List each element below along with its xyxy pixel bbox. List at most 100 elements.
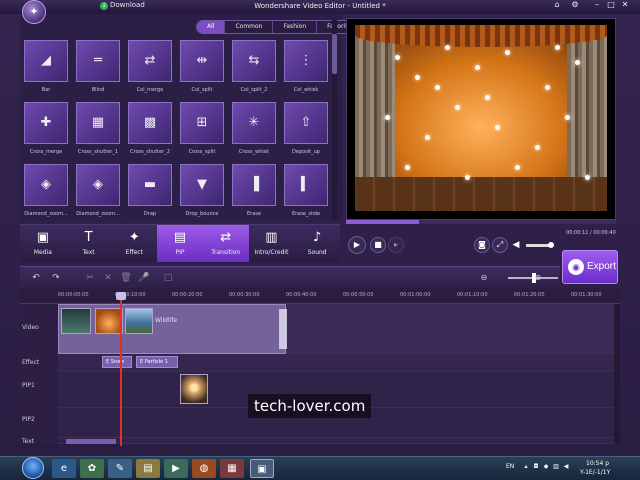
zoom-out-icon[interactable]: ⊖ xyxy=(478,272,490,284)
transition-label: Col_merge xyxy=(136,87,164,93)
voiceover-mic-icon[interactable]: 🎤 xyxy=(138,272,150,284)
tray-icon[interactable]: ◆ xyxy=(542,463,550,471)
play-button[interactable]: ▶ xyxy=(348,236,366,254)
text-track[interactable] xyxy=(58,438,618,444)
title-bar: ↓ Download Wondershare Video Editor - Unt… xyxy=(0,0,640,14)
transition-tile[interactable]: ▐ Erase xyxy=(232,164,276,217)
library-scrollbar[interactable] xyxy=(332,20,337,220)
fullscreen-button[interactable]: ⤢ xyxy=(492,237,508,253)
volume-slider[interactable] xyxy=(526,242,554,248)
undo-icon[interactable]: ↶ xyxy=(30,272,42,284)
delete-icon[interactable]: 🗑 xyxy=(120,272,132,284)
cart-icon[interactable]: ⌂ xyxy=(550,0,564,12)
ruler-tick-label: 00:01:00:00 xyxy=(400,292,431,298)
transition-thumbnail: ◢ xyxy=(24,40,68,82)
col-whisk-icon: ⋮ xyxy=(299,53,313,68)
clock-time[interactable]: 10:54 p xyxy=(586,460,609,467)
minimize-button[interactable]: – xyxy=(590,0,604,12)
tab-text[interactable]: T Text xyxy=(66,225,112,262)
firefox-icon[interactable]: ◍ xyxy=(192,459,216,478)
cut-icon[interactable]: ✂ xyxy=(84,272,96,284)
timeline-scrollbar[interactable] xyxy=(614,304,620,444)
next-frame-button[interactable]: ▸ xyxy=(388,237,404,253)
transition-tile[interactable]: ◢ Bar xyxy=(24,40,68,93)
timeline-toolbar: ↶ ↷ ✂ ✕ 🗑 🎤 ▢ ⊖ ⊕ xyxy=(20,266,560,288)
col-merge-icon: ⇄ xyxy=(144,53,156,68)
transition-tile[interactable]: ⊞ Cross_split xyxy=(180,102,224,155)
video-editor-taskbar-icon[interactable]: ▣ xyxy=(250,459,274,478)
ruler-tick-label: 00:00:30:00 xyxy=(229,292,260,298)
app-icon[interactable]: ✿ xyxy=(80,459,104,478)
video-clip[interactable]: Wildlife xyxy=(58,304,287,354)
ie-icon[interactable]: e xyxy=(52,459,76,478)
transition-tile[interactable]: ⇄ Col_merge xyxy=(128,40,172,93)
transition-tile[interactable]: ⇹ Col_split xyxy=(180,40,224,93)
maximize-button[interactable]: □ xyxy=(604,0,618,12)
tab-transition[interactable]: ⇄ Transition xyxy=(202,225,249,262)
tab-media[interactable]: ▣ Media xyxy=(20,225,66,262)
split-icon[interactable]: ✕ xyxy=(102,272,114,284)
transition-tile[interactable]: ▬ Drap xyxy=(128,164,172,217)
transition-tile[interactable]: ▼ Drop_bounce xyxy=(180,164,224,217)
tab-label: Effect xyxy=(125,249,143,256)
transition-tile[interactable]: ═ Blind xyxy=(76,40,120,93)
snow-particle xyxy=(445,45,450,50)
snapshot-button[interactable]: ◙ xyxy=(474,237,490,253)
archive-icon[interactable]: ▦ xyxy=(220,459,244,478)
media-icon: ▣ xyxy=(36,230,49,245)
playhead[interactable] xyxy=(116,292,126,446)
network-icon[interactable]: ▥ xyxy=(552,463,560,471)
filter-tab-all[interactable]: All xyxy=(197,21,225,33)
volume-icon[interactable]: ◀ xyxy=(510,239,522,251)
clock-date[interactable]: Y-1E/-1/1Y xyxy=(580,469,610,476)
tray-icon[interactable]: ◘ xyxy=(532,463,540,471)
tab-sound[interactable]: ♪ Sound xyxy=(294,225,340,262)
stop-button[interactable]: ■ xyxy=(370,237,386,253)
transition-tile[interactable]: ▦ Cross_shutter_1 xyxy=(76,102,120,155)
start-button[interactable] xyxy=(22,457,44,479)
transition-tile[interactable]: ▍ Erase_slide xyxy=(284,164,328,217)
close-button[interactable]: ✕ xyxy=(618,0,632,12)
tray-up-icon[interactable]: ▴ xyxy=(522,463,530,471)
transition-tile[interactable]: ▩ Cross_shutter_2 xyxy=(128,102,172,155)
track-label-effect: Effect xyxy=(22,359,40,366)
transition-tile[interactable]: ⋮ Col_whisk xyxy=(284,40,328,93)
preview-seekbar[interactable] xyxy=(346,220,616,224)
zoom-in-icon[interactable]: ⊕ xyxy=(532,272,544,284)
playhead-handle[interactable] xyxy=(116,292,126,300)
crop-icon[interactable]: ▢ xyxy=(162,272,174,284)
effect-clip-snow[interactable]: E Snow xyxy=(102,356,132,368)
preview-video-frame xyxy=(355,25,607,211)
transition-label: Drop_bounce xyxy=(185,211,219,217)
transition-tile[interactable]: ◈ Diamond_zoom... xyxy=(76,164,120,217)
speaker-icon[interactable]: ◀ xyxy=(562,463,570,471)
transition-tile[interactable]: ◈ Diamond_zoom... xyxy=(24,164,68,217)
transition-tile[interactable]: ✳ Cross_whisk xyxy=(232,102,276,155)
pip-clip[interactable] xyxy=(180,374,208,404)
filter-tab-common[interactable]: Common xyxy=(224,21,272,33)
transition-tile[interactable]: ⇆ Col_split_2 xyxy=(232,40,276,93)
transition-thumbnail: ▐ xyxy=(232,164,276,206)
effect-clip-particle[interactable]: E Particle 1 xyxy=(136,356,178,368)
text-clip[interactable] xyxy=(66,439,116,444)
media-player-icon[interactable]: ▶ xyxy=(164,459,188,478)
volume-knob[interactable] xyxy=(548,242,554,248)
app-icon[interactable]: ✎ xyxy=(108,459,132,478)
tab-pip[interactable]: ▤ PIP xyxy=(157,225,203,262)
library-scroll-thumb[interactable] xyxy=(332,34,337,74)
filter-tab-fashion[interactable]: Fashion xyxy=(272,21,316,33)
transition-tile[interactable]: ✚ Cross_merge xyxy=(24,102,68,155)
clip-trim-handle[interactable] xyxy=(279,309,287,349)
folder-icon[interactable]: ▤ xyxy=(136,459,160,478)
timeline-ruler[interactable]: 00:00:00:00 00:00:10:00 00:00:20:00 00:00:3… xyxy=(20,288,620,304)
erase-icon: ▐ xyxy=(249,177,259,192)
redo-icon[interactable]: ↷ xyxy=(50,272,62,284)
language-indicator[interactable]: EN xyxy=(506,463,514,470)
settings-icon[interactable]: ⚙ xyxy=(568,0,582,12)
export-button[interactable]: ◉ Export xyxy=(562,250,618,284)
transition-tile[interactable]: ⇧ Deposit_up xyxy=(284,102,328,155)
tab-intro-credit[interactable]: ▥ Intro/Credit xyxy=(249,225,295,262)
tab-effect[interactable]: ✦ Effect xyxy=(111,225,157,262)
snow-particle xyxy=(565,115,570,120)
snow-particle xyxy=(495,125,500,130)
